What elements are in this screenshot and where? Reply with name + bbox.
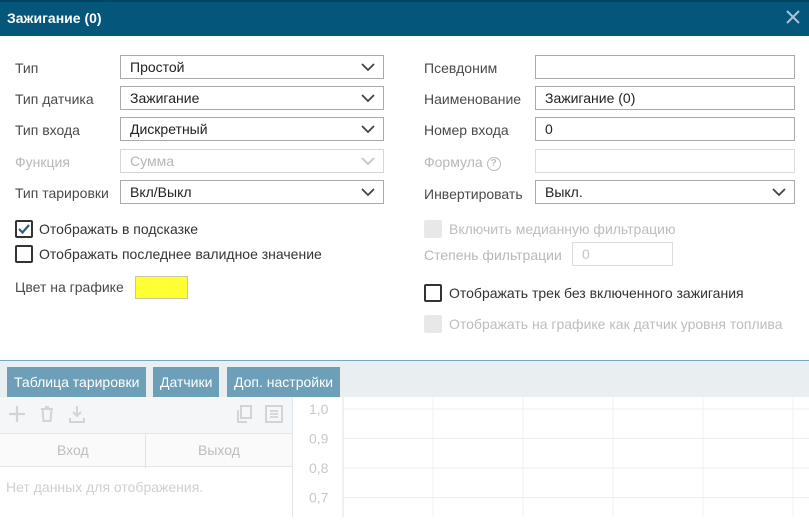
sensor-dialog: Зажигание (0) Тип Простой Тип датчика За…: [0, 0, 809, 517]
chevron-down-icon: [772, 188, 786, 197]
tab-extra-settings[interactable]: Доп. настройки: [227, 367, 341, 398]
checkmark-icon: [18, 224, 30, 235]
chart-grid: 1,0 0,9 0,8 0,7: [309, 397, 809, 517]
input-type-label: Тип входа: [15, 122, 80, 138]
function-select: Сумма: [120, 149, 384, 173]
filter-degree-input: 0: [572, 242, 673, 266]
type-value: Простой: [130, 59, 185, 75]
input-number-input[interactable]: 0: [535, 117, 795, 141]
table-header: Вход Выход: [0, 433, 292, 468]
name-label: Наименование: [424, 91, 522, 107]
function-value: Сумма: [130, 153, 174, 169]
show-tooltip-label[interactable]: Отображать в подсказке: [39, 221, 198, 237]
median-filter-checkbox: [424, 220, 442, 238]
tab-strip: Таблица тарировки Датчики Доп. настройки: [0, 360, 809, 398]
fuel-level-chart-checkbox: [424, 315, 442, 333]
chevron-down-icon: [361, 94, 375, 103]
sensor-type-label: Тип датчика: [15, 91, 94, 107]
tab-calibration-table[interactable]: Таблица тарировки: [7, 367, 147, 398]
y-tick-label: 0,9: [309, 431, 329, 447]
calibration-chart: 1,0 0,9 0,8 0,7: [293, 397, 809, 517]
invert-value: Выкл.: [545, 184, 583, 200]
empty-table-message: Нет данных для отображения.: [6, 479, 204, 495]
filter-degree-label: Степень фильтрации: [424, 247, 562, 263]
formula-label-text: Формула: [424, 154, 483, 170]
show-track-checkbox[interactable]: [424, 284, 442, 302]
alias-input[interactable]: [535, 55, 795, 79]
y-tick-label: 0,7: [309, 490, 329, 506]
formula-input: [535, 149, 795, 173]
y-tick-label: 1,0: [309, 401, 329, 417]
chart-color-swatch[interactable]: [135, 276, 188, 299]
type-label: Тип: [15, 60, 39, 76]
column-output-header[interactable]: Выход: [198, 442, 240, 458]
dialog-title: Зажигание (0): [7, 10, 102, 26]
close-icon[interactable]: [785, 9, 801, 25]
download-icon[interactable]: [67, 404, 87, 424]
sensor-type-value: Зажигание: [130, 90, 200, 106]
copy-icon[interactable]: [234, 404, 254, 424]
y-tick-label: 0,8: [309, 460, 329, 476]
input-number-label: Номер входа: [424, 122, 509, 138]
chevron-down-icon: [361, 63, 375, 72]
chevron-down-icon: [361, 125, 375, 134]
trash-icon[interactable]: [37, 404, 57, 424]
formula-label: Формула?: [424, 154, 501, 171]
function-label: Функция: [15, 154, 70, 170]
show-last-valid-checkbox[interactable]: [15, 245, 33, 263]
calibration-type-select[interactable]: Вкл/Выкл: [120, 180, 384, 204]
table-toolbar: [0, 397, 292, 433]
input-type-value: Дискретный: [130, 121, 208, 137]
help-icon: ?: [486, 157, 501, 171]
show-tooltip-checkbox[interactable]: [15, 220, 33, 238]
column-input-header[interactable]: Вход: [57, 442, 89, 458]
chevron-down-icon: [361, 157, 375, 166]
add-icon[interactable]: [7, 404, 27, 424]
show-track-label[interactable]: Отображать трек без включенного зажигани…: [449, 285, 744, 301]
sensor-type-select[interactable]: Зажигание: [120, 86, 384, 110]
calibration-type-value: Вкл/Выкл: [130, 184, 192, 200]
show-last-valid-label[interactable]: Отображать последнее валидное значение: [39, 246, 322, 262]
median-filter-label: Включить медианную фильтрацию: [449, 221, 676, 237]
chart-color-label: Цвет на графике: [15, 279, 124, 295]
calibration-panel: Вход Выход Нет данных для отображения. 1…: [0, 397, 809, 517]
chevron-down-icon: [361, 188, 375, 197]
invert-select[interactable]: Выкл.: [535, 180, 795, 204]
column-divider: [145, 434, 146, 468]
list-icon[interactable]: [264, 404, 284, 424]
invert-label: Инвертировать: [424, 186, 523, 202]
fuel-level-chart-label: Отображать на графике как датчик уровня …: [449, 316, 783, 332]
calibration-type-label: Тип тарировки: [15, 185, 109, 201]
name-input[interactable]: Зажигание (0): [535, 86, 795, 110]
dialog-titlebar: Зажигание (0): [0, 0, 809, 36]
input-type-select[interactable]: Дискретный: [120, 117, 384, 141]
type-select[interactable]: Простой: [120, 55, 384, 79]
alias-label: Псевдоним: [424, 60, 498, 76]
tab-sensors[interactable]: Датчики: [153, 367, 220, 398]
